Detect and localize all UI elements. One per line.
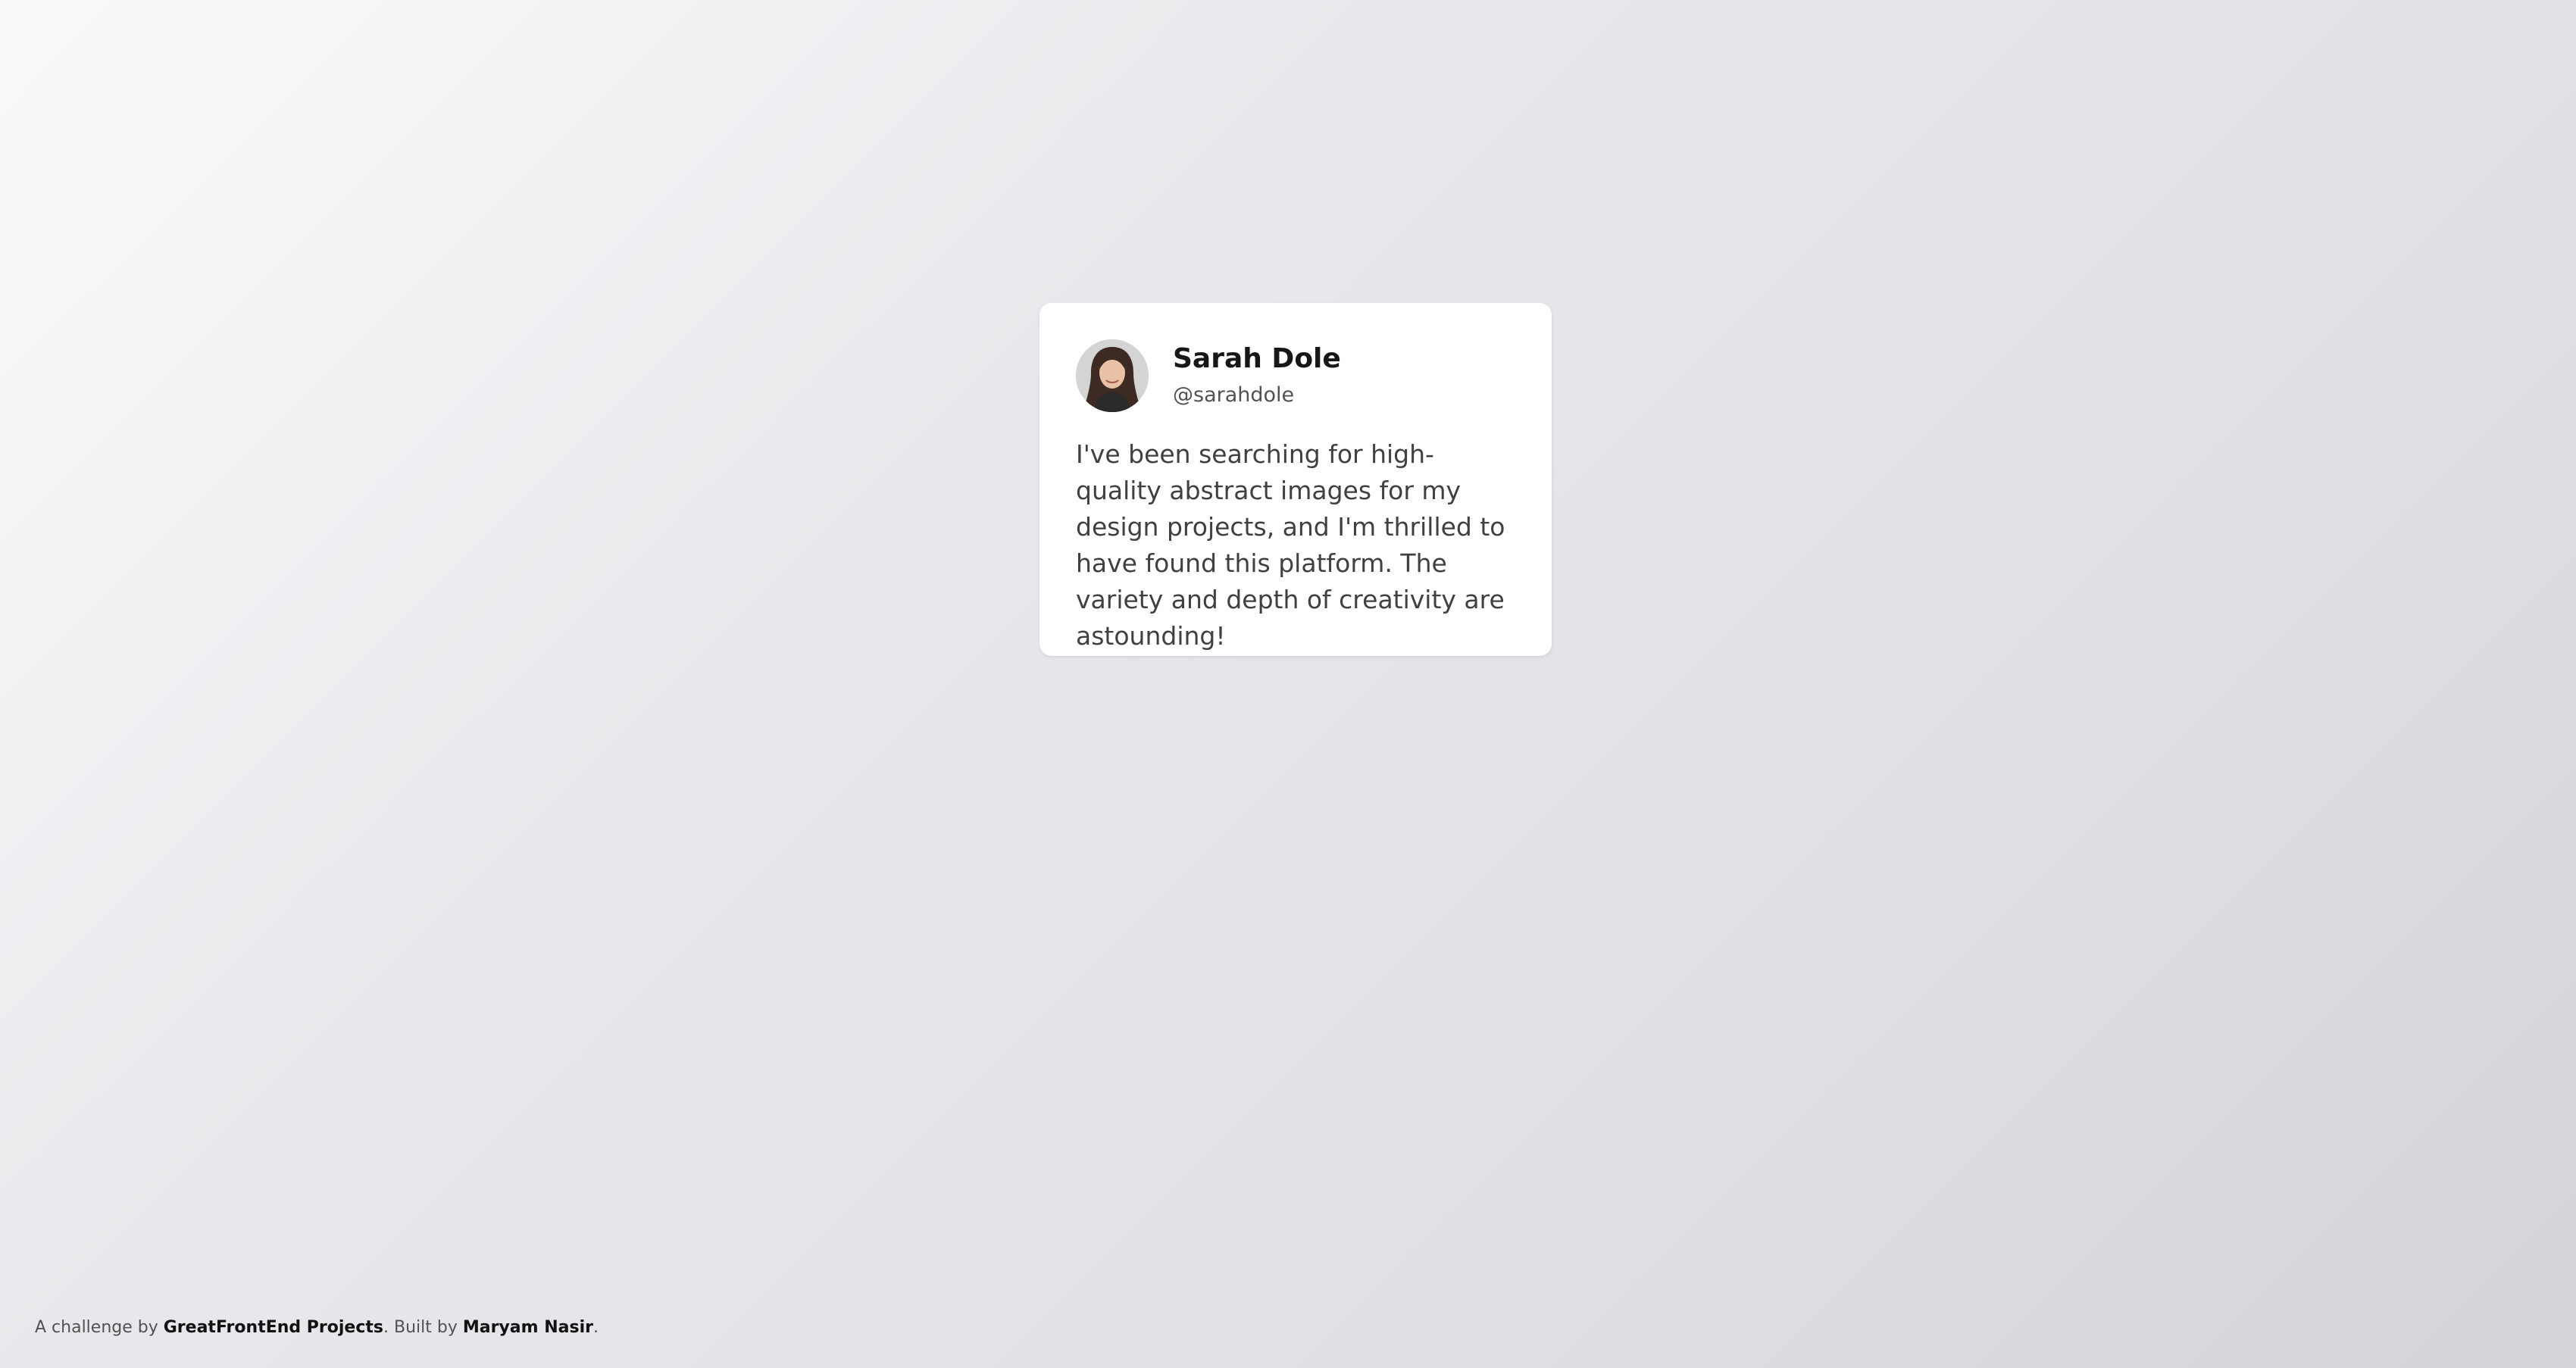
- testimonial-quote: I've been searching for high-quality abs…: [1076, 439, 1505, 651]
- challenge-link[interactable]: GreatFrontEnd Projects: [164, 1318, 383, 1337]
- attribution-footer: A challenge by GreatFrontEnd Projects. B…: [35, 1318, 599, 1337]
- avatar: [1076, 339, 1149, 412]
- avatar-photo-icon: [1076, 339, 1149, 412]
- author-link[interactable]: Maryam Nasir: [463, 1318, 593, 1337]
- footer-middle: . Built by: [383, 1318, 463, 1337]
- testimonial-header: Sarah Dole @sarahdole: [1076, 339, 1515, 412]
- author-name: Sarah Dole: [1173, 343, 1341, 374]
- footer-prefix: A challenge by: [35, 1318, 164, 1337]
- footer-suffix: .: [592, 1318, 599, 1337]
- author-handle: @sarahdole: [1173, 383, 1295, 407]
- author-identity: Sarah Dole @sarahdole: [1173, 341, 1341, 411]
- testimonial-card: Sarah Dole @sarahdole I've been searchin…: [1039, 303, 1552, 656]
